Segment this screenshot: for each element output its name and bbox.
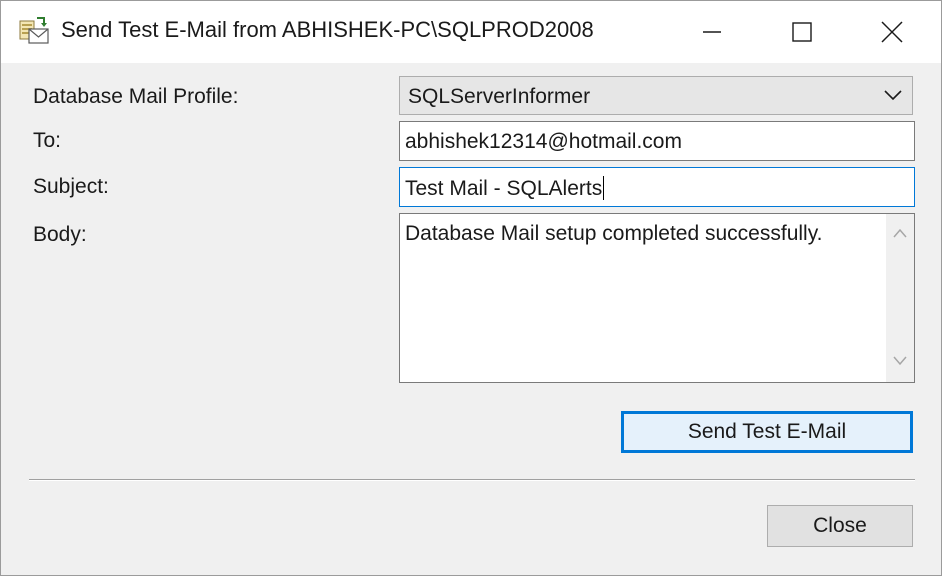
to-value: abhishek12314@hotmail.com xyxy=(405,130,682,153)
body-value: Database Mail setup completed successful… xyxy=(405,222,823,245)
profile-dropdown[interactable]: SQLServerInformer xyxy=(399,76,913,115)
body-scrollbar[interactable] xyxy=(886,214,914,382)
close-icon xyxy=(881,21,903,43)
scroll-up-icon[interactable] xyxy=(893,228,907,238)
body-textarea[interactable]: Database Mail setup completed successful… xyxy=(399,213,915,383)
body-label: Body: xyxy=(33,223,87,246)
send-test-email-dialog: Send Test E-Mail from ABHISHEK-PC\SQLPRO… xyxy=(0,0,942,576)
profile-selected-value: SQLServerInformer xyxy=(408,85,591,108)
window-title: Send Test E-Mail from ABHISHEK-PC\SQLPRO… xyxy=(61,17,594,42)
subject-value: Test Mail - SQLAlerts xyxy=(405,177,603,200)
scroll-down-icon[interactable] xyxy=(893,356,907,366)
subject-value-wrapper: Test Mail - SQLAlerts xyxy=(405,176,605,201)
subject-label: Subject: xyxy=(33,175,109,198)
to-label: To: xyxy=(33,129,62,152)
subject-field[interactable]: Test Mail - SQLAlerts xyxy=(399,167,915,207)
to-field[interactable]: abhishek12314@hotmail.com xyxy=(399,121,915,161)
minimize-icon xyxy=(703,31,721,33)
database-mail-icon xyxy=(19,17,49,44)
separator xyxy=(29,479,915,481)
chevron-down-icon xyxy=(884,90,902,101)
send-test-email-button[interactable]: Send Test E-Mail xyxy=(621,411,913,453)
title-bar[interactable]: Send Test E-Mail from ABHISHEK-PC\SQLPRO… xyxy=(1,1,941,63)
maximize-icon xyxy=(792,22,812,42)
text-caret xyxy=(603,176,605,200)
profile-label: Database Mail Profile: xyxy=(33,85,239,108)
minimize-button[interactable] xyxy=(665,1,759,63)
close-button[interactable]: Close xyxy=(767,505,913,547)
maximize-button[interactable] xyxy=(755,1,849,63)
window-close-button[interactable] xyxy=(845,1,939,63)
